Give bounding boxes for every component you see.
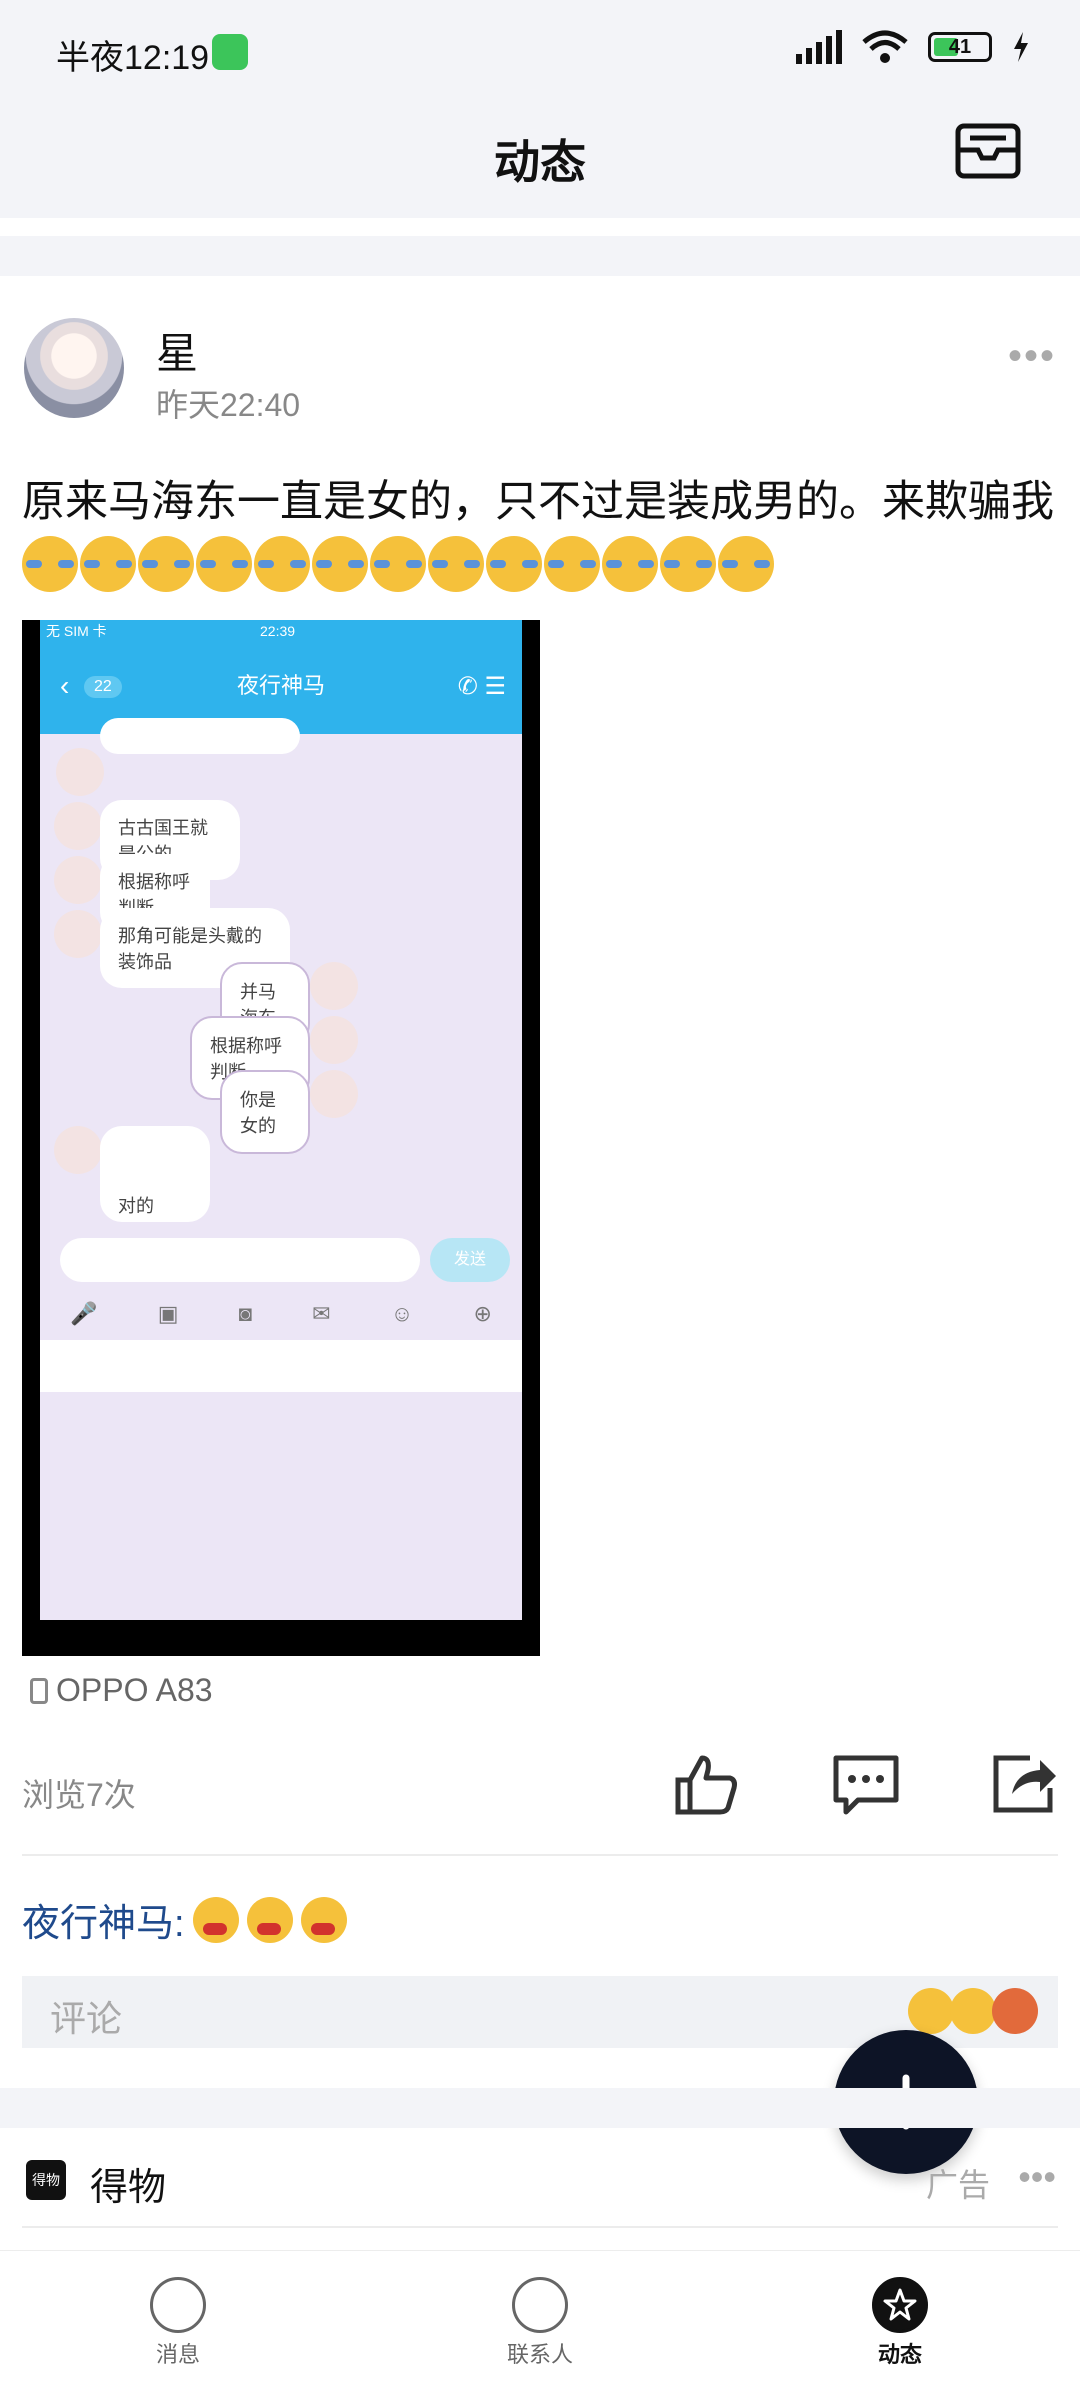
post-image[interactable]: 无 SIM 卡 22:39 ‹ 22 夜行神马 ✆ ☰ 古古国王就是公的 根据称… xyxy=(22,620,540,1656)
signal-icon xyxy=(796,30,842,64)
chat-avatar xyxy=(54,910,102,958)
crying-emoji-icon xyxy=(22,536,78,592)
ad-more-icon[interactable]: ••• xyxy=(1018,2156,1056,2198)
inbox-icon[interactable] xyxy=(954,116,1022,184)
chat-bubble-partial xyxy=(100,718,300,754)
screenshot-chat-title: 夜行神马 xyxy=(236,673,325,698)
crying-emoji-icon xyxy=(138,536,194,592)
screenshot-tools: 🎤 ▣ ◙ ✉ ☺ ⊕ xyxy=(70,1301,492,1326)
tab-label: 消息 xyxy=(155,2342,200,2367)
tab-messages[interactable]: 消息 xyxy=(88,2261,268,2369)
share-icon[interactable] xyxy=(990,1750,1058,1818)
battery-level: 41 xyxy=(948,36,972,58)
crying-emoji-icon xyxy=(370,536,426,592)
chat-avatar-me xyxy=(310,1016,358,1064)
chat-avatar xyxy=(54,856,102,904)
emoji-icon xyxy=(246,1896,293,1943)
post-text: 原来马海东一直是女的，只不过是装成男的。来欺骗我 xyxy=(22,478,1054,526)
tab-contacts[interactable]: 联系人 xyxy=(450,2261,630,2369)
crying-emoji-icon xyxy=(80,536,136,592)
emoji-row xyxy=(22,536,774,592)
tab-moments[interactable]: 动态 xyxy=(810,2261,990,2369)
chat-bubble-me: 你是女的 xyxy=(220,1070,310,1154)
chat-avatar xyxy=(54,1126,102,1174)
screenshot-system-nav xyxy=(22,1620,540,1656)
comment-author[interactable]: 夜行神马: xyxy=(22,1892,185,1947)
crying-emoji-icon xyxy=(312,536,368,592)
emoji-icon xyxy=(192,1896,239,1943)
status-icons: 41 xyxy=(796,30,1030,64)
chat-icon xyxy=(150,2277,206,2333)
screenshot-nav xyxy=(40,1340,522,1392)
ad-logo-text: 得物 xyxy=(32,2172,60,2188)
more-options-icon[interactable]: ••• xyxy=(1008,334,1056,379)
charging-icon xyxy=(1014,32,1028,62)
contacts-icon xyxy=(512,2277,568,2333)
ad-name[interactable]: 得物 xyxy=(90,2156,166,2211)
divider xyxy=(22,1854,1058,1856)
crying-emoji-icon xyxy=(196,536,252,592)
crying-emoji-icon xyxy=(428,536,484,592)
view-count: 浏览7次 xyxy=(22,1777,136,1813)
comment-item[interactable]: 夜行神马: xyxy=(22,1892,347,1947)
call-menu-icons: ✆ ☰ xyxy=(457,673,506,700)
battery-icon: 41 xyxy=(928,32,992,62)
chat-avatar xyxy=(56,748,104,796)
screenshot-time: 22:39 xyxy=(260,623,296,639)
screenshot-status: 无 SIM 卡 22:39 xyxy=(40,620,522,642)
phone-icon xyxy=(30,1677,48,1704)
wifi-icon xyxy=(862,30,908,63)
chat-avatar-me xyxy=(310,1070,358,1118)
screenshot-sim-text: 无 SIM 卡 xyxy=(46,623,107,639)
star-icon xyxy=(872,2277,928,2333)
post-time: 昨天22:40 xyxy=(156,387,301,423)
crying-emoji-icon xyxy=(718,536,774,592)
status-time: 半夜12:19 xyxy=(56,39,210,77)
page-title: 动态 xyxy=(494,136,586,188)
divider xyxy=(22,2226,1058,2228)
author-name[interactable]: 星 xyxy=(156,320,198,381)
crying-emoji-icon xyxy=(544,536,600,592)
section-gap xyxy=(0,2088,1080,2128)
screenshot-send: 发送 xyxy=(430,1238,510,1282)
comment-placeholder: 评论 xyxy=(50,1998,123,2039)
section-gap xyxy=(0,236,1080,276)
page-header: 动态 xyxy=(0,100,1080,218)
chat-bubble: 对的 xyxy=(100,1126,210,1222)
tab-label: 动态 xyxy=(877,2342,922,2367)
crying-emoji-icon xyxy=(486,536,542,592)
emoji-icon xyxy=(300,1896,347,1943)
grin-emoji-icon[interactable] xyxy=(908,1988,954,2034)
bottom-tab-bar: 消息 联系人 动态 xyxy=(0,2250,1080,2401)
tab-label: 联系人 xyxy=(506,2342,573,2367)
quick-emoji-picker[interactable] xyxy=(908,1988,1038,2034)
ad-tag: 广告 xyxy=(925,2167,990,2203)
comment-icon[interactable] xyxy=(832,1750,900,1818)
status-bar: 半夜12:19 41 xyxy=(0,0,1080,100)
like-icon[interactable] xyxy=(672,1750,740,1818)
chat-avatar xyxy=(54,802,102,850)
device-label: OPPO A83 xyxy=(30,1672,213,1709)
author-avatar[interactable] xyxy=(24,318,124,418)
chat-screenshot: 无 SIM 卡 22:39 ‹ 22 夜行神马 ✆ ☰ 古古国王就是公的 根据称… xyxy=(40,620,522,1620)
angry-emoji-icon[interactable] xyxy=(992,1988,1038,2034)
device-name: OPPO A83 xyxy=(56,1672,213,1708)
app-notification-icon xyxy=(212,34,248,70)
screenshot-input xyxy=(60,1238,420,1282)
crying-emoji-icon xyxy=(602,536,658,592)
chat-avatar-me xyxy=(310,962,358,1010)
crying-emoji-icon xyxy=(660,536,716,592)
ad-logo: 得物 xyxy=(26,2160,66,2200)
crying-emoji-icon xyxy=(254,536,310,592)
laugh-emoji-icon[interactable] xyxy=(950,1988,996,2034)
